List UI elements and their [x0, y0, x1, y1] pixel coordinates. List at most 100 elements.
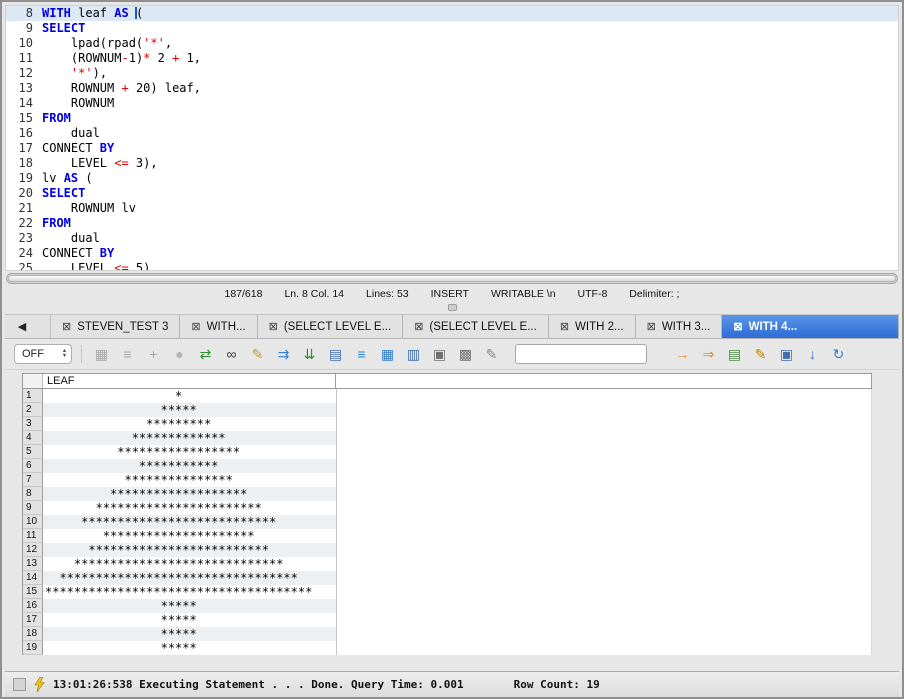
table-row[interactable]: 9 *********************** — [23, 501, 871, 515]
code-line[interactable]: 22FROM — [6, 216, 898, 231]
column-header-leaf[interactable]: LEAF — [43, 374, 336, 388]
spectacles-preview-icon[interactable]: ∞ — [221, 344, 242, 365]
code-line[interactable]: 16 dual — [6, 126, 898, 141]
leaf-cell[interactable]: ************************* — [43, 543, 337, 557]
leaf-cell[interactable]: ***** — [43, 613, 337, 627]
editor-horizontal-scrollbar[interactable] — [6, 273, 898, 284]
leaf-cell[interactable]: ******************* — [43, 487, 337, 501]
leaf-cell[interactable]: ********************************* — [43, 571, 337, 585]
leaf-cell[interactable]: ************************************* — [43, 585, 337, 599]
code-line[interactable]: 18 LEVEL <= 3), — [6, 156, 898, 171]
table-row[interactable]: 11 ********************* — [23, 529, 871, 543]
run-all-icon[interactable]: ⇒ — [698, 344, 719, 365]
tab-close-icon[interactable]: ⊠ — [560, 320, 569, 333]
code-line[interactable]: 11 (ROWNUM-1)* 2 + 1, — [6, 51, 898, 66]
filter-input[interactable] — [515, 344, 647, 364]
editor-tab[interactable]: ⊠(SELECT LEVEL E... — [258, 315, 404, 338]
leaf-cell[interactable]: *************** — [43, 473, 337, 487]
leaf-cell[interactable]: ***************** — [43, 445, 337, 459]
code-line[interactable]: 21 ROWNUM lv — [6, 201, 898, 216]
table-row[interactable]: 13 ***************************** — [23, 557, 871, 571]
editor-tab[interactable]: ⊠WITH... — [180, 315, 257, 338]
code-line[interactable]: 23 dual — [6, 231, 898, 246]
table-row[interactable]: 6 *********** — [23, 459, 871, 473]
leaf-cell[interactable]: ***** — [43, 403, 337, 417]
fetch-more-icon[interactable]: ⇊ — [299, 344, 320, 365]
tab-close-icon[interactable]: ⊠ — [191, 320, 200, 333]
code-line[interactable]: 19lv AS ( — [6, 171, 898, 186]
highlight-edit-icon[interactable]: ✎ — [247, 344, 268, 365]
code-line[interactable]: 14 ROWNUM — [6, 96, 898, 111]
leaf-cell[interactable]: ************* — [43, 431, 337, 445]
code-line[interactable]: 8WITH leaf AS ( — [6, 6, 898, 21]
panel-splitter[interactable] — [5, 301, 899, 314]
indent-move-icon[interactable]: ⇉ — [273, 344, 294, 365]
leaf-cell[interactable]: * — [43, 389, 337, 403]
table-row[interactable]: 15************************************* — [23, 585, 871, 599]
copy-special-icon[interactable]: ▩ — [455, 344, 476, 365]
grid-view-icon[interactable]: ▦ — [377, 344, 398, 365]
leaf-cell[interactable]: ********************* — [43, 529, 337, 543]
tab-close-icon[interactable]: ⊠ — [62, 320, 71, 333]
table-row[interactable]: 16 ***** — [23, 599, 871, 613]
code-line[interactable]: 17CONNECT BY — [6, 141, 898, 156]
code-line[interactable]: 10 lpad(rpad('*', — [6, 36, 898, 51]
table-row[interactable]: 7 *************** — [23, 473, 871, 487]
table-row[interactable]: 8 ******************* — [23, 487, 871, 501]
dropdown-stepper-icon[interactable]: ▲▼ — [58, 349, 71, 359]
code-text: FROM — [42, 216, 71, 231]
autocommit-dropdown[interactable]: OFF ▲▼ — [14, 344, 72, 364]
editor-tab[interactable]: ⊠WITH 3... — [636, 315, 723, 338]
export-data-icon[interactable]: ▤ — [325, 344, 346, 365]
table-row[interactable]: 5 ***************** — [23, 445, 871, 459]
code-line[interactable]: 9SELECT — [6, 21, 898, 36]
table-row[interactable]: 2 ***** — [23, 403, 871, 417]
split-view-icon[interactable]: ▥ — [403, 344, 424, 365]
tab-close-icon[interactable]: ⊠ — [414, 320, 423, 333]
table-row[interactable]: 12 ************************* — [23, 543, 871, 557]
leaf-cell[interactable]: *********** — [43, 459, 337, 473]
run-current-icon[interactable]: → — [672, 344, 693, 365]
reload-data-icon[interactable]: ⇄ — [195, 344, 216, 365]
code-line[interactable]: 24CONNECT BY — [6, 246, 898, 261]
leaf-cell[interactable]: ********* — [43, 417, 337, 431]
table-row[interactable]: 17 ***** — [23, 613, 871, 627]
tab-close-icon[interactable]: ⊠ — [647, 320, 656, 333]
code-line[interactable]: 12 '*'), — [6, 66, 898, 81]
rollback-icon[interactable]: ↻ — [828, 344, 849, 365]
editor-tab[interactable]: ⊠STEVEN_TEST 3 — [51, 315, 180, 338]
tab-scroll-left-button[interactable]: ◀ — [5, 315, 39, 338]
code-area[interactable]: 8WITH leaf AS (9SELECT10 lpad(rpad('*',1… — [5, 5, 899, 271]
editor-tab[interactable]: ⊠WITH 2... — [549, 315, 636, 338]
save-result-icon[interactable]: ▣ — [776, 344, 797, 365]
editor-tab[interactable]: ⊠WITH 4... — [722, 315, 899, 338]
tab-close-icon[interactable]: ⊠ — [733, 320, 742, 333]
table-row[interactable]: 1 * — [23, 389, 871, 403]
leaf-cell[interactable]: *********************** — [43, 501, 337, 515]
splitter-handle[interactable] — [448, 304, 457, 311]
table-row[interactable]: 18 ***** — [23, 627, 871, 641]
explain-plan-icon[interactable]: ▤ — [724, 344, 745, 365]
sort-rows-icon[interactable]: ≡ — [351, 344, 372, 365]
table-row[interactable]: 19 ***** — [23, 641, 871, 655]
leaf-cell[interactable]: ***** — [43, 599, 337, 613]
table-row[interactable]: 4 ************* — [23, 431, 871, 445]
table-row[interactable]: 3 ********* — [23, 417, 871, 431]
leaf-cell[interactable]: ***** — [43, 627, 337, 641]
code-line[interactable]: 15FROM — [6, 111, 898, 126]
code-line[interactable]: 25 LEVEL <= 5) — [6, 261, 898, 271]
code-line[interactable]: 20SELECT — [6, 186, 898, 201]
editor-tab[interactable]: ⊠(SELECT LEVEL E... — [403, 315, 549, 338]
table-row[interactable]: 14 ********************************* — [23, 571, 871, 585]
tab-close-icon[interactable]: ⊠ — [269, 320, 278, 333]
leaf-cell[interactable]: *************************** — [43, 515, 337, 529]
scroll-down-icon[interactable]: ↓ — [802, 344, 823, 365]
scrollbar-thumb[interactable] — [8, 275, 896, 282]
leaf-cell[interactable]: ***** — [43, 641, 337, 655]
format-sql-icon[interactable]: ✎ — [481, 344, 502, 365]
code-line[interactable]: 13 ROWNUM + 20) leaf, — [6, 81, 898, 96]
copy-icon[interactable]: ▣ — [429, 344, 450, 365]
table-row[interactable]: 10 *************************** — [23, 515, 871, 529]
leaf-cell[interactable]: ***************************** — [43, 557, 337, 571]
edit-log-icon[interactable]: ✎ — [750, 344, 771, 365]
